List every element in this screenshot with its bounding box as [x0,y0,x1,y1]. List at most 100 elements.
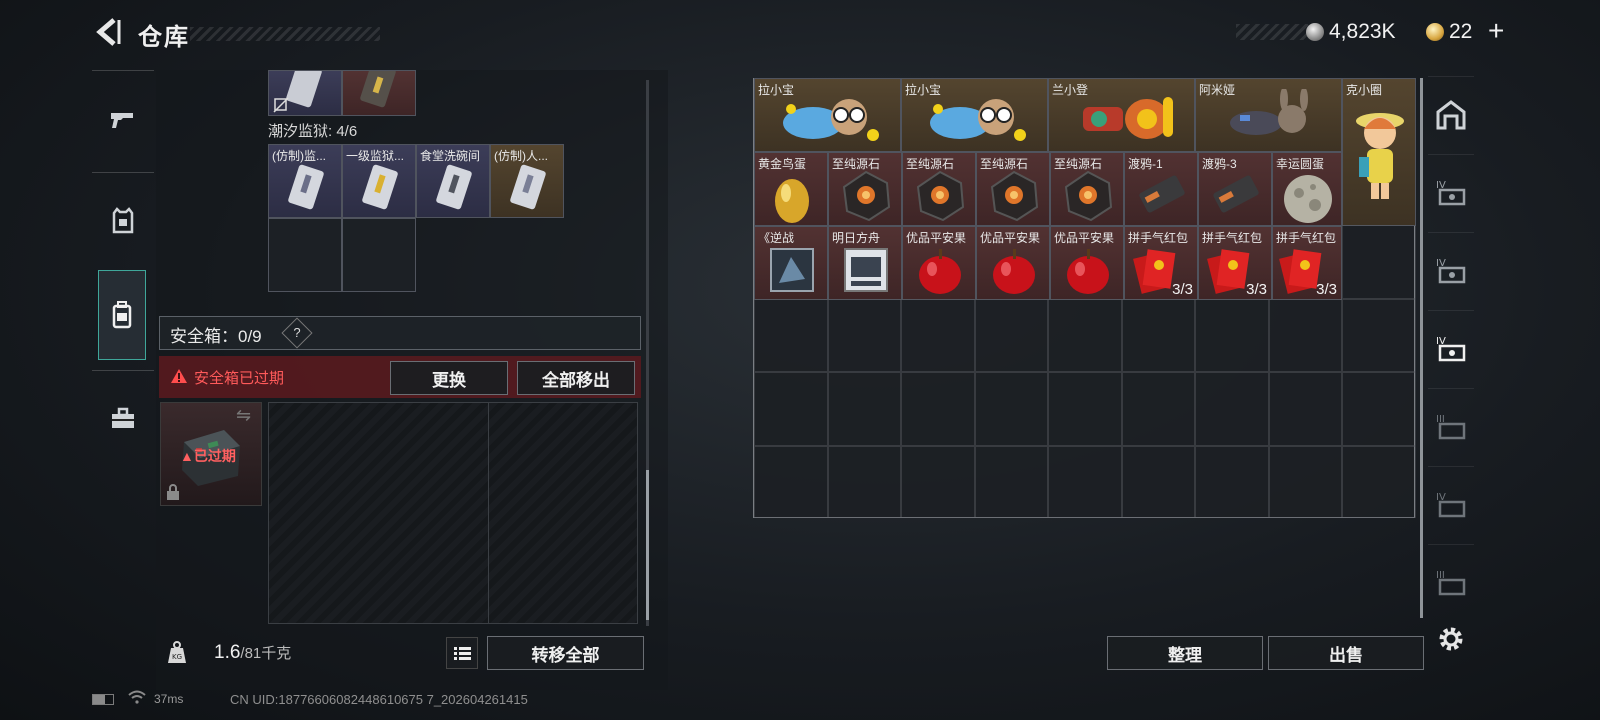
warehouse-item[interactable]: 至纯源石 [828,152,902,226]
item-name: 一级监狱... [346,149,405,163]
empty-warehouse-slot[interactable] [1121,298,1195,372]
warehouse-item[interactable]: 至纯源石 [1050,152,1124,226]
empty-warehouse-slot[interactable] [1048,445,1122,518]
empty-warehouse-slot[interactable] [974,298,1048,372]
partial-item-slot[interactable] [342,70,416,116]
empty-warehouse-slot[interactable] [1121,445,1195,518]
tab-armor[interactable] [92,172,154,268]
warehouse-item[interactable]: 渡鸦-3 [1198,152,1272,226]
left-scrollbar-thumb[interactable] [646,470,649,620]
plush-doll-icon [783,99,879,141]
uid-readout: CN UID:18776606082448610675 7_2026042614… [230,692,528,707]
empty-warehouse-slot[interactable] [827,372,901,446]
item-name: (仿制)人... [494,149,548,163]
tab-warehouse-rack-5[interactable]: IV [1428,466,1474,542]
empty-warehouse-slot[interactable] [974,372,1048,446]
prison-item[interactable]: 食堂洗碗间 [416,144,490,218]
warehouse-item[interactable]: 优品平安果 [902,226,976,300]
warehouse-item[interactable]: 黄金鸟蛋 [754,152,828,226]
ore-crystal-icon [1064,170,1113,222]
rack-iii-icon: III [1436,414,1466,439]
warehouse-item[interactable]: 阿米娅 [1195,78,1342,152]
warehouse-item[interactable]: 至纯源石 [976,152,1050,226]
empty-warehouse-slot[interactable] [1342,372,1416,446]
warehouse-item[interactable]: 优品平安果 [1050,226,1124,300]
empty-warehouse-slot[interactable] [1048,372,1122,446]
svg-text:KG: KG [172,653,182,661]
empty-warehouse-slot[interactable] [754,298,828,372]
tab-backpack[interactable] [98,270,146,360]
empty-warehouse-slot[interactable] [1195,445,1269,518]
tab-warehouse-rack-4[interactable]: III [1428,388,1474,464]
empty-prison-slot[interactable] [342,218,416,292]
partial-item-slot[interactable] [268,70,342,116]
empty-warehouse-slot[interactable] [1048,298,1122,372]
prison-item[interactable]: (仿制)监... [268,144,342,218]
empty-warehouse-slot[interactable] [901,445,975,518]
warehouse-item[interactable]: 兰小登 [1048,78,1195,152]
right-scrollbar[interactable] [1420,78,1423,618]
tab-weapon[interactable] [92,70,154,166]
empty-warehouse-slot[interactable] [901,298,975,372]
golden-egg-icon [775,179,809,223]
empty-warehouse-slot[interactable] [827,298,901,372]
plush-doll-icon [930,99,1026,141]
warehouse-item[interactable]: 优品平安果 [976,226,1050,300]
replace-button[interactable]: 更换 [390,361,508,395]
warehouse-item[interactable]: 拼手气红包 3/3 [1272,226,1342,300]
rack-iv-icon: IV [1436,258,1466,283]
silver-coin-icon [1306,23,1324,41]
tab-warehouse-rack-6[interactable]: III [1428,544,1474,620]
empty-warehouse-slot[interactable] [1195,298,1269,372]
item-quantity: 3/3 [1316,281,1337,298]
weight-icon: KG [168,641,186,663]
empty-warehouse-slot[interactable] [1195,372,1269,446]
battery-icon [92,694,114,705]
case-expired-text: 已过期 [193,448,236,464]
warning-icon [171,369,187,383]
warehouse-item[interactable]: 拉小宝 [754,78,901,152]
empty-warehouse-slot[interactable] [1121,372,1195,446]
warehouse-item[interactable]: 明日方舟 [828,226,902,300]
tab-warehouse-rack-1[interactable]: IV [1428,154,1474,230]
empty-warehouse-slot[interactable] [1342,298,1416,372]
sell-button[interactable]: 出售 [1268,636,1424,670]
tab-warehouse-home[interactable] [1428,76,1474,152]
empty-warehouse-slot[interactable] [1342,445,1416,518]
swap-icon[interactable]: ⇋ [236,405,251,426]
empty-warehouse-slot[interactable] [1268,445,1342,518]
pistol-icon [111,112,133,128]
prison-item[interactable]: 一级监狱... [342,144,416,218]
sort-button[interactable]: 整理 [1107,636,1263,670]
warehouse-item[interactable]: 克小圈 [1342,78,1416,226]
empty-warehouse-slot[interactable] [901,372,975,446]
warehouse-item[interactable]: 《逆战 [754,226,828,300]
empty-warehouse-slot[interactable] [1268,372,1342,446]
warehouse-item[interactable]: 至纯源石 [902,152,976,226]
warehouse-item[interactable]: 拼手气红包 3/3 [1198,226,1272,300]
warehouse-item[interactable]: 渡鸦-1 [1124,152,1198,226]
tab-warehouse-rack-3[interactable]: IV [1428,310,1474,386]
empty-prison-slot[interactable] [268,218,342,292]
empty-warehouse-slot[interactable] [1268,298,1342,372]
prison-item[interactable]: (仿制)人... [490,144,564,218]
empty-warehouse-slot[interactable] [1342,225,1416,299]
back-arrow-icon[interactable] [92,16,122,48]
tab-toolbox[interactable] [92,370,154,466]
warehouse-item[interactable]: 拼手气红包 3/3 [1124,226,1198,300]
empty-warehouse-slot[interactable] [754,372,828,446]
grid-divider [488,402,489,624]
empty-warehouse-slot[interactable] [754,445,828,518]
transfer-all-button[interactable]: 转移全部 [487,636,644,670]
gear-icon[interactable] [1436,624,1466,654]
warehouse-item[interactable]: 幸运圆蛋 [1272,152,1342,226]
remove-all-button[interactable]: 全部移出 [517,361,635,395]
add-currency-button[interactable]: + [1488,15,1504,47]
tab-warehouse-rack-2[interactable]: IV [1428,232,1474,308]
empty-warehouse-slot[interactable] [974,445,1048,518]
loadout-tabs [92,70,154,476]
empty-warehouse-slot[interactable] [827,445,901,518]
warehouse-item[interactable]: 拉小宝 [901,78,1048,152]
safe-box-grid[interactable] [268,402,638,624]
list-view-button[interactable] [446,637,478,669]
